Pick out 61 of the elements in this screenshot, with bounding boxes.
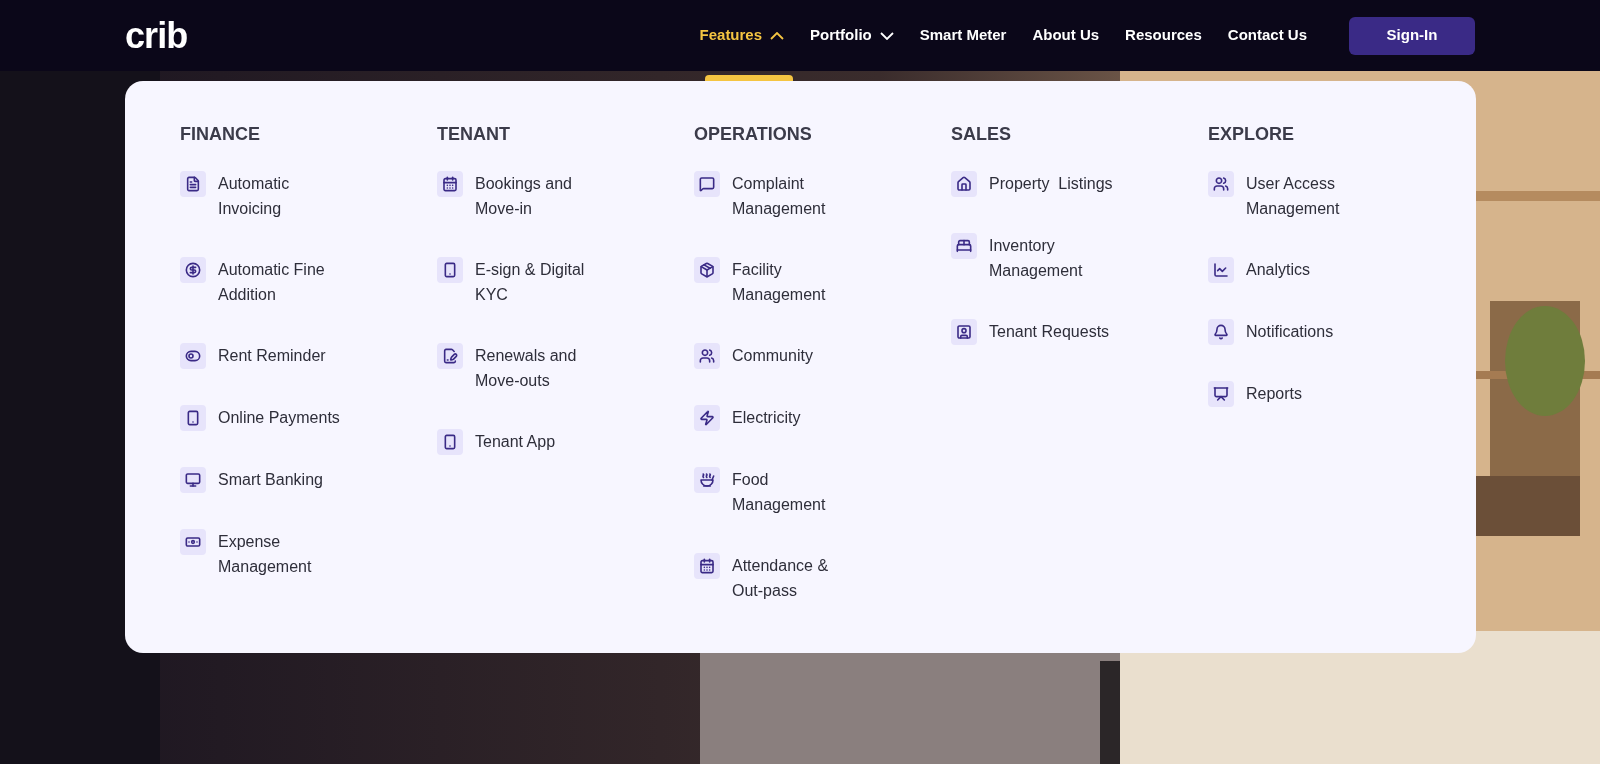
column-heading: EXPLORE: [1208, 123, 1296, 146]
calendar-icon: [694, 553, 720, 579]
menu-item[interactable]: Automatic Fine Addition: [180, 257, 437, 307]
bell-icon: [1208, 319, 1234, 345]
bowl-icon: [694, 467, 720, 493]
document-icon: [180, 171, 206, 197]
menu-item[interactable]: Notifications: [1208, 319, 1465, 345]
menu-item[interactable]: E-sign & Digital KYC: [437, 257, 694, 307]
menu-item[interactable]: Tenant Requests: [951, 319, 1208, 345]
menu-item[interactable]: Food Management: [694, 467, 951, 517]
monitor-icon: [180, 467, 206, 493]
menu-item[interactable]: Bookings and Move-in: [437, 171, 694, 221]
menu-item[interactable]: Analytics: [1208, 257, 1465, 283]
house-icon: [951, 171, 977, 197]
nav-link[interactable]: Smart Meter: [919, 24, 1007, 47]
menu-item[interactable]: Automatic Invoicing: [180, 171, 437, 221]
presentation-board-icon: [1208, 381, 1234, 407]
nav-link[interactable]: Resources: [1125, 24, 1202, 47]
menu-item[interactable]: Attendance & Out-pass: [694, 553, 951, 603]
signed-document-icon: [437, 343, 463, 369]
menu-item[interactable]: Smart Banking: [180, 467, 437, 493]
line-chart-icon: [1208, 257, 1234, 283]
nav-link[interactable]: Features: [699, 24, 785, 47]
menu-item[interactable]: Complaint Management: [694, 171, 951, 221]
phone-icon: [437, 429, 463, 455]
column-heading: SALES: [951, 123, 1012, 146]
menu-item[interactable]: Inventory Management: [951, 233, 1208, 283]
menu-item[interactable]: Renewals and Move-outs: [437, 343, 694, 393]
bed-icon: [951, 233, 977, 259]
menu-item[interactable]: Community: [694, 343, 951, 369]
people-icon: [694, 343, 720, 369]
menu-item[interactable]: Facility Management: [694, 257, 951, 307]
people-icon: [1208, 171, 1234, 197]
menu-item[interactable]: Electricity: [694, 405, 951, 431]
menu-item[interactable]: Property Listings: [951, 171, 1208, 197]
menu-item[interactable]: Online Payments: [180, 405, 437, 431]
package-icon: [694, 257, 720, 283]
column-heading: OPERATIONS: [694, 123, 813, 146]
toggle-icon: [180, 343, 206, 369]
menu-item[interactable]: Expense Management: [180, 529, 437, 579]
menu-item[interactable]: Tenant App: [437, 429, 694, 455]
user-card-icon: [951, 319, 977, 345]
menu-item[interactable]: Rent Reminder: [180, 343, 437, 369]
chevron-up-icon: [770, 31, 785, 40]
chevron-down-icon: [879, 31, 894, 40]
lightning-icon: [694, 405, 720, 431]
sign-in-button[interactable]: Sign-In: [1349, 16, 1475, 55]
calendar-icon: [437, 171, 463, 197]
coin-icon: [180, 257, 206, 283]
menu-item[interactable]: User Access Management: [1208, 171, 1465, 221]
chat-icon: [694, 171, 720, 197]
banknote-icon: [180, 529, 206, 555]
nav-link[interactable]: About Us: [1032, 24, 1100, 47]
column-heading: TENANT: [437, 123, 511, 146]
phone-icon: [437, 257, 463, 283]
nav-link[interactable]: Contact Us: [1227, 24, 1307, 47]
phone-icon: [180, 405, 206, 431]
menu-item[interactable]: Reports: [1208, 381, 1465, 407]
nav-link[interactable]: Portfolio: [810, 24, 894, 47]
logo[interactable]: crib: [125, 17, 188, 54]
column-heading: FINANCE: [180, 123, 261, 146]
